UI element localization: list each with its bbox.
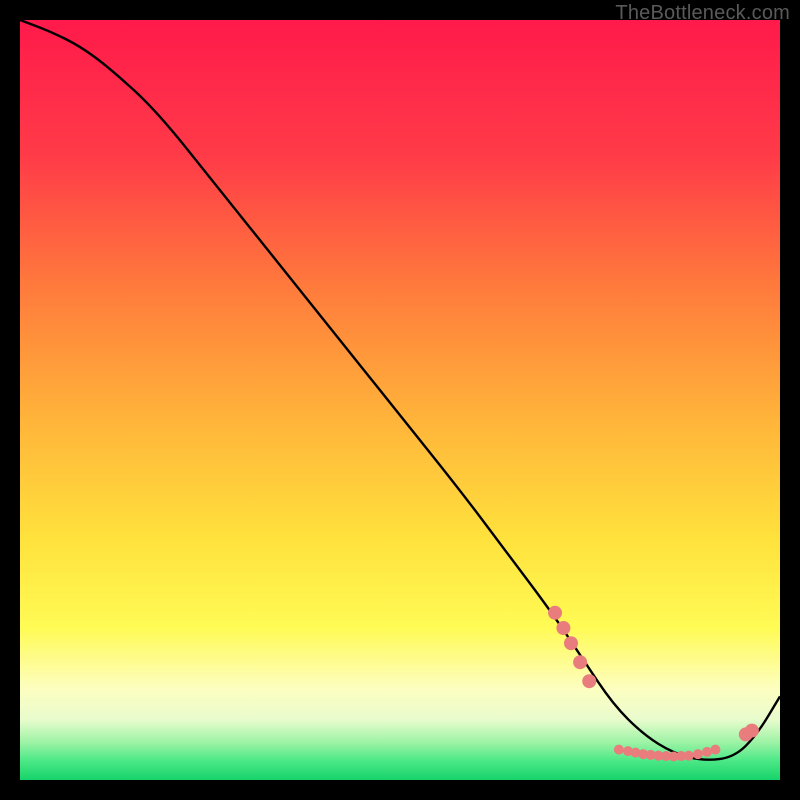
highlight-point — [548, 606, 562, 620]
gradient-background — [20, 20, 780, 780]
plot-area — [20, 20, 780, 780]
highlight-point — [710, 745, 720, 755]
highlight-point — [564, 636, 578, 650]
highlight-point — [684, 751, 694, 761]
chart-svg — [20, 20, 780, 780]
highlight-point — [556, 621, 570, 635]
highlight-point — [745, 724, 759, 738]
highlight-point — [573, 655, 587, 669]
highlight-point — [693, 749, 703, 759]
highlight-point — [614, 745, 624, 755]
highlight-point — [582, 674, 596, 688]
highlight-point — [702, 747, 712, 757]
chart-frame: TheBottleneck.com — [0, 0, 800, 800]
